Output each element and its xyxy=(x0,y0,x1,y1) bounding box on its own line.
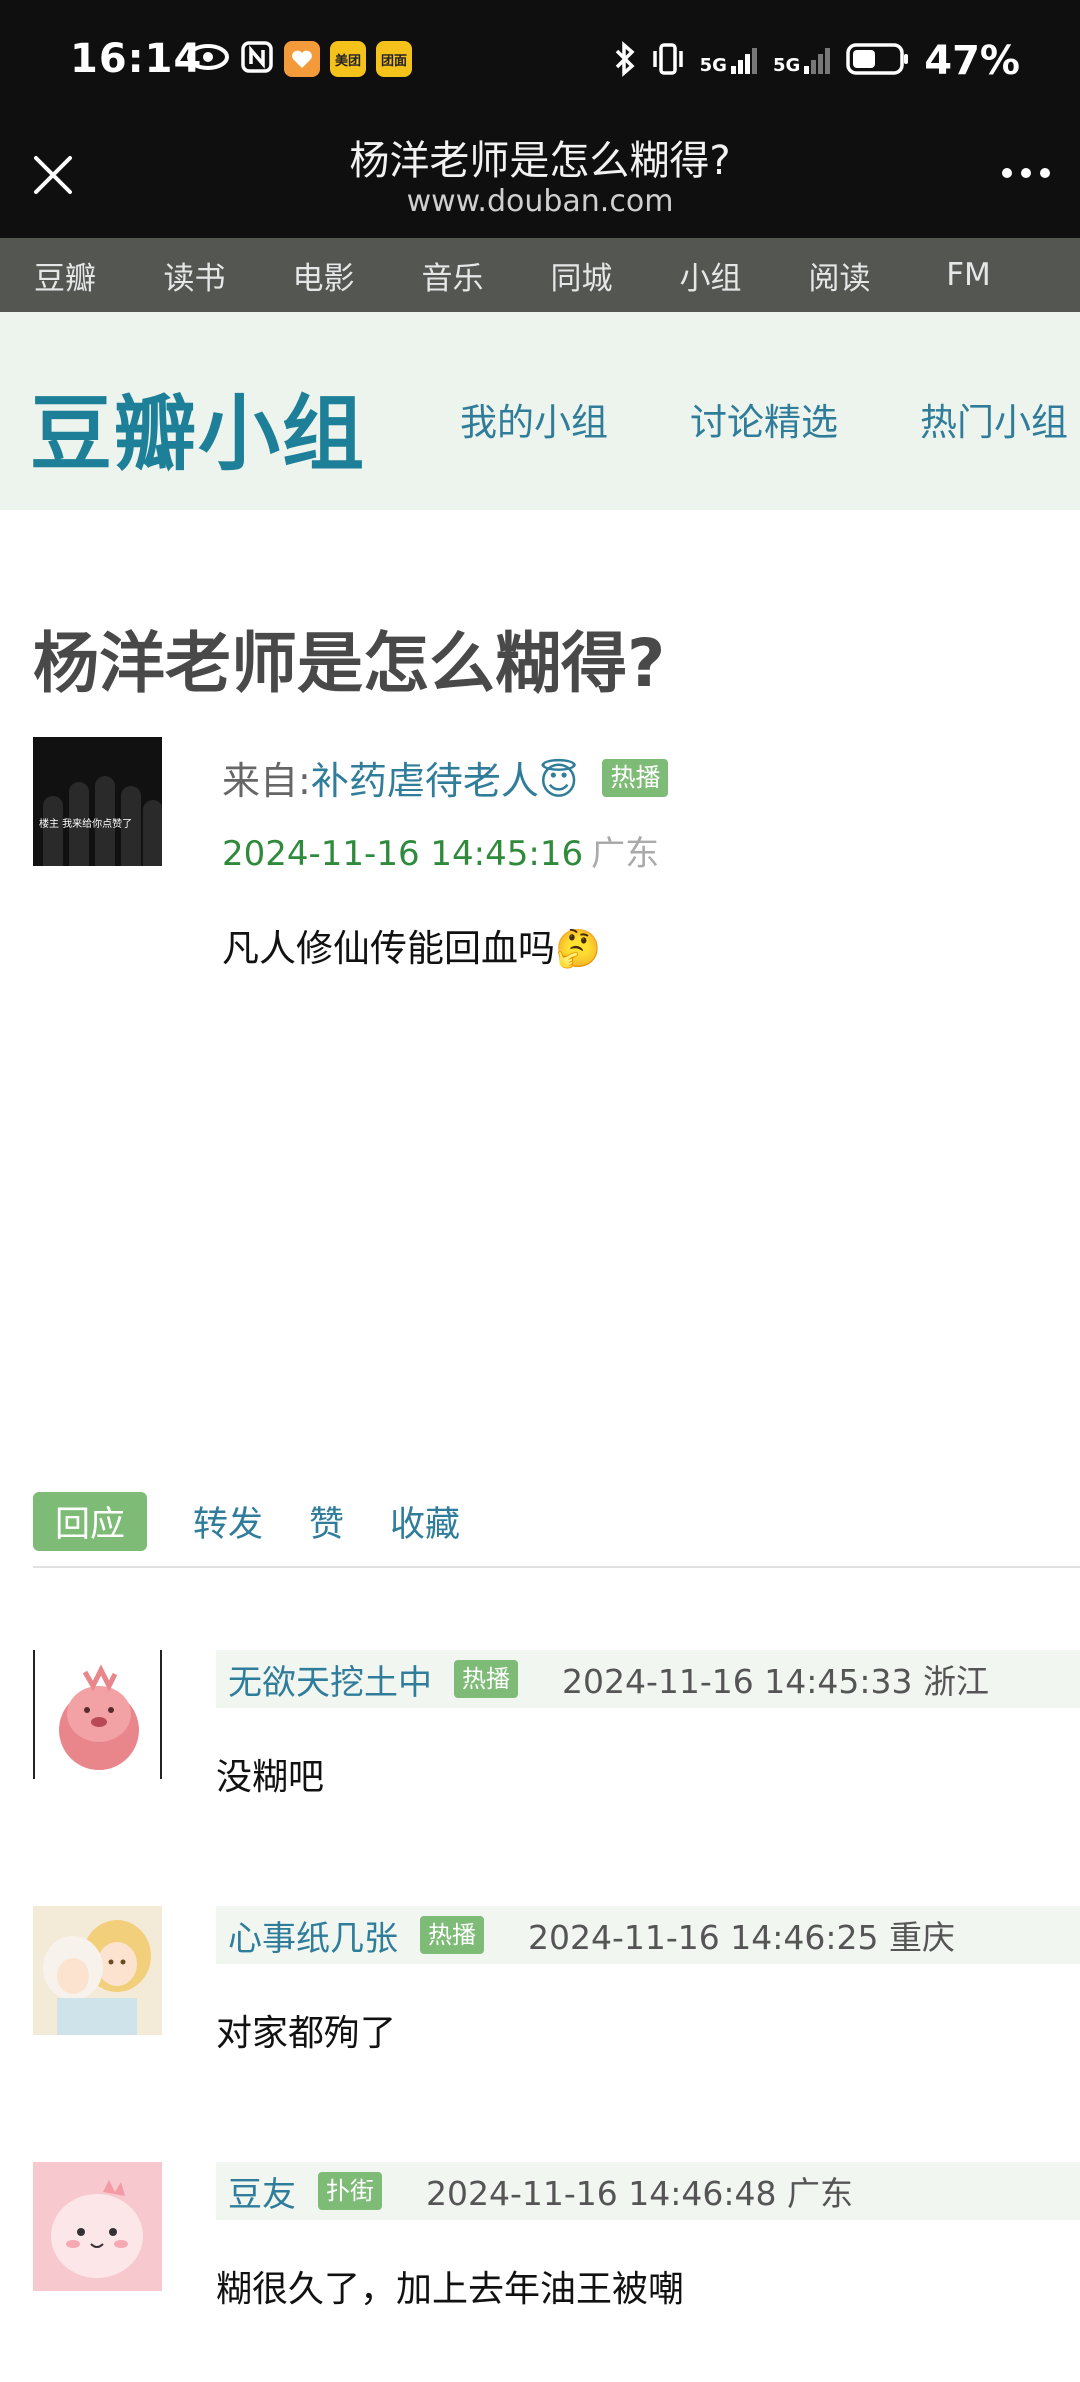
commenter-avatar[interactable] xyxy=(33,1650,162,1779)
status-notification-icons: 美团 团面 xyxy=(186,40,412,78)
comment-time-value: 2024-11-16 14:46:25 xyxy=(528,1918,879,1957)
nav-music[interactable]: 音乐 xyxy=(388,253,517,298)
status-system-icons: 5G 5G 47% xyxy=(614,38,1020,84)
post-timestamp: 2024-11-16 14:45:16 广东 xyxy=(222,826,659,875)
collect-button[interactable]: 收藏 xyxy=(390,1496,460,1547)
site-nav: 豆瓣 读书 电影 音乐 同城 小组 阅读 FM 时 xyxy=(0,238,1080,312)
tab-hot-groups[interactable]: 热门小组 xyxy=(920,392,1068,446)
reply-button[interactable]: 回应 xyxy=(33,1492,148,1551)
tab-featured-discussions[interactable]: 讨论精选 xyxy=(690,392,838,446)
commenter-name[interactable]: 无欲天挖土中 xyxy=(228,1655,432,1704)
more-dot-icon xyxy=(1002,168,1012,178)
anime-girls-avatar-icon xyxy=(43,1920,151,2035)
nav-groups[interactable]: 小组 xyxy=(646,253,775,298)
nav-local[interactable]: 同城 xyxy=(517,253,646,298)
like-button[interactable]: 赞 xyxy=(309,1496,344,1547)
commenter-avatar[interactable] xyxy=(33,1906,162,2035)
commenter-avatar[interactable] xyxy=(33,2162,162,2291)
meituan-icon: 美团 xyxy=(330,41,366,77)
pink-creature-avatar-icon xyxy=(59,1664,139,1770)
commenter-badge: 扑街 xyxy=(318,2172,382,2210)
commenter-badge: 热播 xyxy=(420,1916,484,1954)
author-badge: 热播 xyxy=(602,758,669,797)
comment-time: 2024-11-16 14:46:25 重庆 xyxy=(528,1911,955,1959)
browser-url: www.douban.com xyxy=(406,184,674,219)
battery-icon xyxy=(846,42,910,80)
more-dot-icon xyxy=(1021,168,1031,178)
author-avatar[interactable]: 楼主 我来给你点赞了 xyxy=(33,737,162,866)
comment-location: 广东 xyxy=(786,2174,853,2213)
nav-time[interactable]: 时 xyxy=(1033,253,1080,298)
battery-percent: 47% xyxy=(924,38,1020,84)
nav-books[interactable]: 读书 xyxy=(130,253,259,298)
comment-text: 没糊吧 xyxy=(216,1757,325,1798)
nfc-icon xyxy=(240,40,274,78)
heart-app-icon xyxy=(284,41,320,77)
vibrate-icon xyxy=(650,42,686,80)
bluetooth-icon xyxy=(614,41,636,81)
nav-douban[interactable]: 豆瓣 xyxy=(0,253,130,298)
signal-icon-2: 5G xyxy=(773,46,832,76)
browser-title-bar: 杨洋老师是怎么糊得? www.douban.com xyxy=(0,118,1080,238)
comment-time-value: 2024-11-16 14:46:48 xyxy=(426,2174,777,2213)
tuanmian-icon: 团面 xyxy=(376,41,412,77)
comment-header: 豆友 扑街 2024-11-16 14:46:48 广东 xyxy=(216,2162,1080,2220)
post-time: 2024-11-16 14:45:16 xyxy=(222,834,584,874)
post-title: 杨洋老师是怎么糊得? xyxy=(33,625,666,702)
page: 16:14 美团 团面 5G 5G 47% 杨洋老师是怎么糊得? www.dou… xyxy=(0,0,1080,2382)
comment-time: 2024-11-16 14:45:33 浙江 xyxy=(562,1655,989,1703)
status-bar: 16:14 美团 团面 5G 5G 47% xyxy=(0,0,1080,118)
nav-fm[interactable]: FM xyxy=(904,257,1033,293)
post-from: 来自: 补药虐待老人😇 热播 xyxy=(222,750,669,805)
douban-group-logo[interactable]: 豆瓣小组 xyxy=(30,367,366,486)
post-author-link[interactable]: 补药虐待老人😇 xyxy=(311,750,579,805)
comment-location: 浙江 xyxy=(922,1662,989,1701)
avatar-caption: 楼主 我来给你点赞了 xyxy=(39,819,133,830)
more-dot-icon xyxy=(1040,168,1050,178)
post-location: 广东 xyxy=(591,834,660,874)
status-time: 16:14 xyxy=(70,36,203,82)
tab-my-groups[interactable]: 我的小组 xyxy=(460,392,608,446)
group-tabs: 我的小组 讨论精选 热门小组 xyxy=(460,392,1068,446)
nav-movies[interactable]: 电影 xyxy=(259,253,388,298)
commenter-badge: 热播 xyxy=(454,1660,518,1698)
pink-dino-avatar-icon xyxy=(51,2180,143,2278)
divider xyxy=(33,1566,1080,1568)
more-options-button[interactable] xyxy=(1002,168,1050,178)
commenter-name[interactable]: 心事纸几张 xyxy=(228,1911,398,1960)
from-label: 来自: xyxy=(222,759,311,803)
post-actions: 回应 转发 赞 收藏 xyxy=(33,1492,460,1551)
comment-location: 重庆 xyxy=(888,1918,955,1957)
comment-header: 无欲天挖土中 热播 2024-11-16 14:45:33 浙江 xyxy=(216,1650,1080,1708)
browser-page-title: 杨洋老师是怎么糊得? xyxy=(349,138,731,184)
comment-text: 对家都殉了 xyxy=(216,2013,397,2054)
share-button[interactable]: 转发 xyxy=(193,1496,263,1547)
post-body: 凡人修仙传能回血吗🤔 xyxy=(222,927,602,970)
comment-time-value: 2024-11-16 14:45:33 xyxy=(562,1662,913,1701)
nav-read[interactable]: 阅读 xyxy=(775,253,904,298)
comment-text: 糊很久了，加上去年油王被嘲 xyxy=(216,2269,685,2310)
signal-icon-1: 5G xyxy=(700,46,759,76)
group-header: 豆瓣小组 我的小组 讨论精选 热门小组 xyxy=(0,312,1080,510)
commenter-name[interactable]: 豆友 xyxy=(228,2167,296,2216)
comment-time: 2024-11-16 14:46:48 广东 xyxy=(426,2167,853,2215)
comment-header: 心事纸几张 热播 2024-11-16 14:46:25 重庆 xyxy=(216,1906,1080,1964)
eye-icon xyxy=(186,42,230,76)
